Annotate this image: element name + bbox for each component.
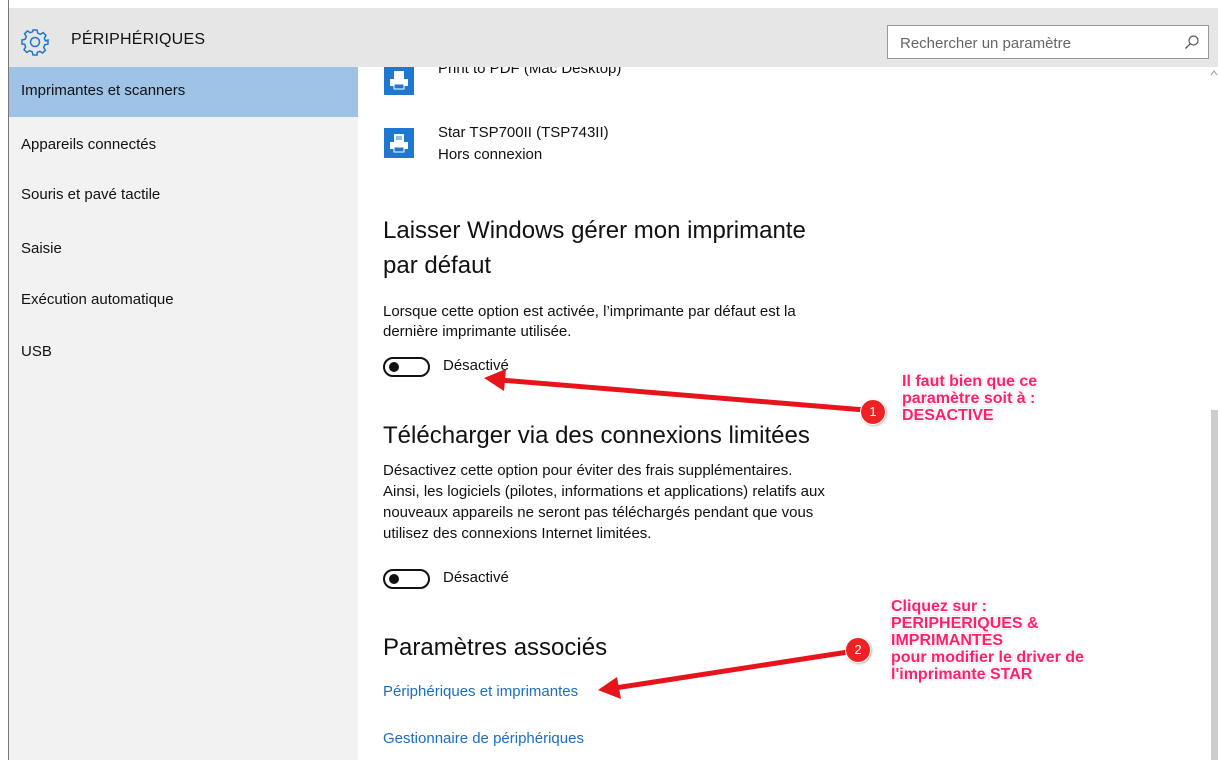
- sidebar-item-usb[interactable]: USB: [9, 328, 358, 378]
- default-printer-heading-line1: Laisser Windows gérer mon imprimante: [383, 217, 806, 244]
- sidebar-item-label: Appareils connectés: [21, 136, 157, 153]
- main-content: Print to PDF (Mac Desktop) Star TSP700II…: [358, 67, 1218, 760]
- search-input[interactable]: [898, 32, 1172, 54]
- default-printer-toggle-label: Désactivé: [443, 357, 509, 374]
- search-box[interactable]: [887, 25, 1209, 59]
- annotation-line: pour modifier le driver de: [891, 649, 1084, 666]
- metered-heading: Télécharger via des connexions limitées: [383, 422, 810, 449]
- annotation-line: PERIPHERIQUES &: [891, 615, 1039, 632]
- metered-toggle-label: Désactivé: [443, 569, 509, 586]
- toggle-knob: [389, 574, 399, 584]
- gear-icon: [21, 29, 49, 56]
- metered-description-line: nouveaux appareils ne seront pas télécha…: [383, 504, 814, 521]
- sidebar-item-printers-scanners[interactable]: Imprimantes et scanners: [9, 67, 358, 117]
- annotation-line: Cliquez sur :: [891, 598, 988, 615]
- sidebar-item-label: Imprimantes et scanners: [21, 82, 186, 99]
- annotation-text-2: Cliquez sur : PERIPHERIQUES & IMPRIMANTE…: [891, 598, 1084, 683]
- printer-name: Print to PDF (Mac Desktop): [438, 67, 622, 77]
- scrollbar-thumb[interactable]: [1211, 410, 1218, 760]
- metered-description-line: Ainsi, les logiciels (pilotes, informati…: [383, 483, 825, 500]
- window-left-edge: [0, 0, 9, 760]
- metered-toggle[interactable]: [383, 569, 430, 589]
- printer-status: Hors connexion: [438, 146, 543, 163]
- related-settings-heading: Paramètres associés: [383, 634, 608, 661]
- printer-icon: [384, 128, 414, 158]
- annotation-line: Il faut bien que ce: [902, 373, 1038, 390]
- sidebar: Imprimantes et scanners Appareils connec…: [9, 67, 358, 760]
- device-manager-link[interactable]: Gestionnaire de périphériques: [383, 730, 584, 747]
- sidebar-item-mouse-touchpad[interactable]: Souris et pavé tactile: [9, 171, 358, 221]
- sidebar-item-label: Souris et pavé tactile: [21, 186, 161, 203]
- annotation-badge-1: 1: [861, 400, 885, 424]
- default-printer-heading-line2: par défaut: [383, 252, 492, 279]
- header-bar: PÉRIPHÉRIQUES: [9, 8, 1218, 67]
- annotation-line: paramètre soit à :: [902, 390, 1036, 407]
- scroll-up-arrow-icon[interactable]: [1209, 68, 1218, 78]
- annotation-line: DESACTIVE: [902, 407, 994, 424]
- annotation-text-1: Il faut bien que ce paramètre soit à : D…: [902, 373, 1037, 424]
- default-printer-description-line2: dernière imprimante utilisée.: [383, 323, 572, 340]
- sidebar-item-autoplay[interactable]: Exécution automatique: [9, 276, 358, 326]
- printer-name: Star TSP700II (TSP743II): [438, 124, 609, 141]
- default-printer-description-line1: Lorsque cette option est activée, l’impr…: [383, 303, 796, 320]
- toggle-knob: [389, 362, 399, 372]
- devices-printers-link[interactable]: Périphériques et imprimantes: [383, 683, 578, 700]
- window-top-edge: [0, 0, 1218, 8]
- sidebar-item-connected-devices[interactable]: Appareils connectés: [9, 121, 358, 171]
- printer-icon: [384, 67, 414, 95]
- annotation-line: IMPRIMANTES: [891, 632, 1003, 649]
- sidebar-item-label: USB: [21, 343, 52, 360]
- sidebar-item-label: Saisie: [21, 240, 62, 257]
- sidebar-item-typing[interactable]: Saisie: [9, 225, 358, 275]
- default-printer-toggle[interactable]: [383, 357, 430, 377]
- metered-description-line: utilisez des connexions Internet limitée…: [383, 525, 652, 542]
- search-icon[interactable]: [1184, 34, 1200, 50]
- page-title: PÉRIPHÉRIQUES: [71, 31, 206, 48]
- annotation-line: l'imprimante STAR: [891, 666, 1033, 683]
- metered-description-line: Désactivez cette option pour éviter des …: [383, 462, 793, 479]
- annotation-badge-2: 2: [846, 638, 870, 662]
- sidebar-item-label: Exécution automatique: [21, 291, 174, 308]
